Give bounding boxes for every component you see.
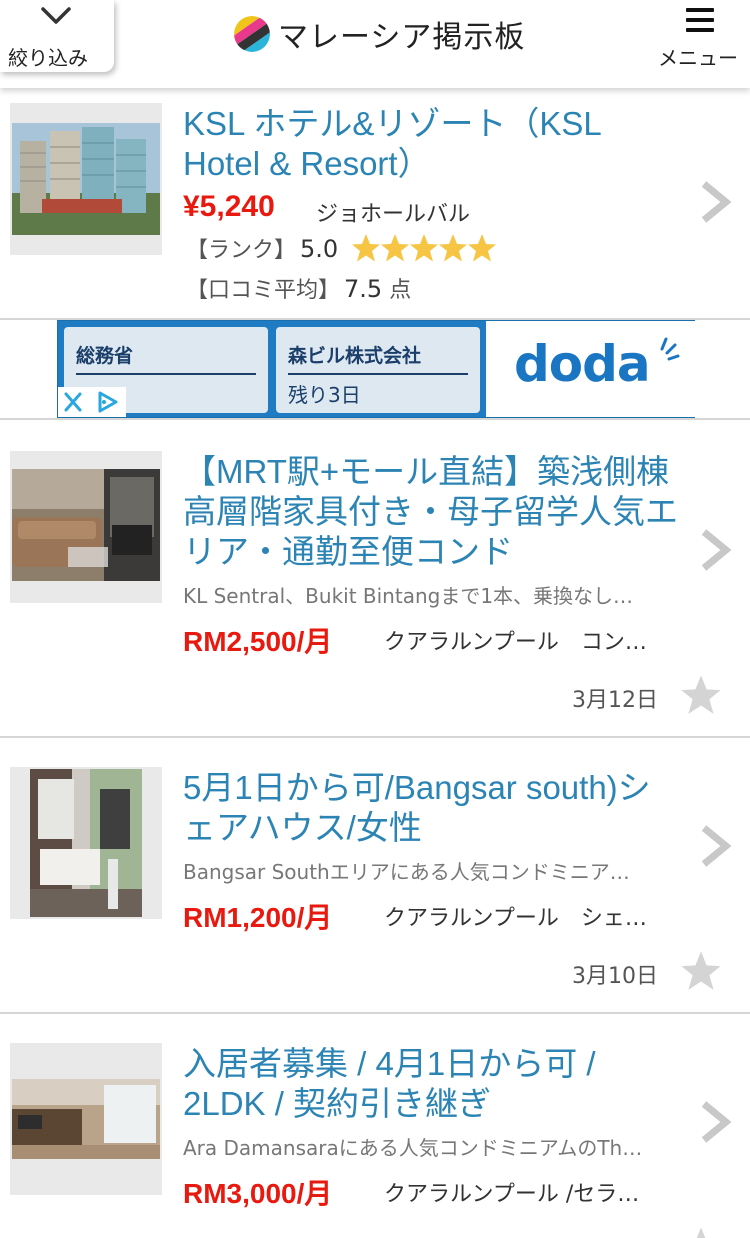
listing-summary: Ara Damansaraにある人気コンドミニアムのTh…: [183, 1136, 643, 1160]
favorite-star-icon[interactable]: [680, 1226, 722, 1238]
listing-summary: KL Sentral、Bukit Bintangまで1本、乗換なし…: [183, 584, 634, 608]
listing-summary: Bangsar Southエリアにある人気コンドミニア…: [183, 860, 630, 884]
rank-label: 【ランク】: [186, 238, 297, 263]
ad-choices[interactable]: [58, 387, 126, 417]
listing-date: 3月12日: [572, 688, 658, 713]
menu-button[interactable]: メニュー: [646, 0, 750, 72]
site-logo[interactable]: マレーシア掲示板: [234, 14, 526, 55]
review-value: 7.5: [344, 275, 383, 303]
review-unit: 点: [389, 278, 412, 303]
chevron-right-icon[interactable]: [698, 824, 732, 868]
listing-price: RM1,200/月: [183, 902, 333, 933]
favorite-star-icon[interactable]: [680, 950, 722, 992]
hotel-title[interactable]: KSL ホテル&リゾート（KSL Hotel & Resort）: [183, 104, 623, 184]
hotel-review: 【口コミ平均】 7.5 点: [186, 272, 411, 304]
listing-title[interactable]: 【MRT駅+モール直結】築浅側棟高層階家具付き・母子留学人気エリア・通勤至便コン…: [183, 452, 683, 572]
ad-card-2-heading: 森ビル株式会社: [288, 345, 422, 367]
listing-title[interactable]: 入居者募集 / 4月1日から可 / 2LDK / 契約引き継ぎ: [183, 1044, 683, 1124]
menu-label: メニュー: [658, 46, 738, 70]
listing-location: クアラルンプール コン…: [384, 630, 647, 655]
list-item[interactable]: 入居者募集 / 4月1日から可 / 2LDK / 契約引き継ぎ Ara Dama…: [0, 1014, 750, 1238]
list-item[interactable]: 【MRT駅+モール直結】築浅側棟高層階家具付き・母子留学人気エリア・通勤至便コン…: [0, 420, 750, 738]
listing-location: クアラルンプール /セラ…: [384, 1182, 640, 1207]
listing-price: RM3,000/月: [183, 1178, 333, 1209]
review-label: 【口コミ平均】: [186, 278, 341, 303]
listing-price: RM2,500/月: [183, 626, 333, 657]
ad-brand-spark-icon: [660, 337, 680, 361]
hamburger-icon: [686, 8, 714, 32]
ad-brand-logo: doda: [514, 335, 651, 393]
site-title: マレーシア掲示板: [278, 20, 526, 55]
ad-card-2[interactable]: 森ビル株式会社 残り3日: [276, 327, 480, 413]
listing-thumbnail: [10, 451, 162, 603]
hotel-thumbnail: [10, 103, 162, 255]
rank-value: 5.0: [300, 235, 339, 263]
logo-icon: [234, 16, 270, 52]
ad-card-1-divider: [76, 373, 256, 375]
list-item-hotel[interactable]: KSL ホテル&リゾート（KSL Hotel & Resort） ¥5,240 …: [0, 88, 750, 320]
ad-brand-box[interactable]: doda: [486, 321, 695, 417]
app-header: 絞り込み マレーシア掲示板 メニュー: [0, 0, 750, 88]
hotel-area: ジョホールバル: [316, 202, 471, 227]
ad-close-icon[interactable]: [58, 387, 126, 417]
ad-card-2-divider: [288, 373, 468, 375]
list-item[interactable]: 5月1日から可/Bangsar south)シェアハウス/女性 Bangsar …: [0, 738, 750, 1014]
rating-stars-icon: [352, 234, 497, 262]
hotel-price: ¥5,240: [183, 190, 275, 223]
ad-banner[interactable]: 総務省 森ビル株式会社 残り3日 doda: [57, 320, 695, 418]
favorite-star-icon[interactable]: [680, 674, 722, 716]
chevron-right-icon[interactable]: [698, 180, 732, 224]
filter-button[interactable]: 絞り込み: [0, 0, 114, 72]
chevron-down-icon: [41, 7, 71, 24]
listing-title[interactable]: 5月1日から可/Bangsar south)シェアハウス/女性: [183, 768, 683, 848]
chevron-right-icon[interactable]: [698, 528, 732, 572]
ad-card-2-body: 残り3日: [288, 383, 361, 407]
chevron-right-icon[interactable]: [698, 1100, 732, 1144]
listing-date: 3月10日: [572, 964, 658, 989]
listing-thumbnail: [10, 1043, 162, 1195]
listing-thumbnail: [10, 767, 162, 919]
filter-label: 絞り込み: [8, 46, 88, 70]
hotel-rank: 【ランク】 5.0: [186, 232, 501, 264]
listing-location: クアラルンプール シェ…: [384, 906, 647, 931]
ad-card-1-heading: 総務省: [76, 345, 134, 367]
